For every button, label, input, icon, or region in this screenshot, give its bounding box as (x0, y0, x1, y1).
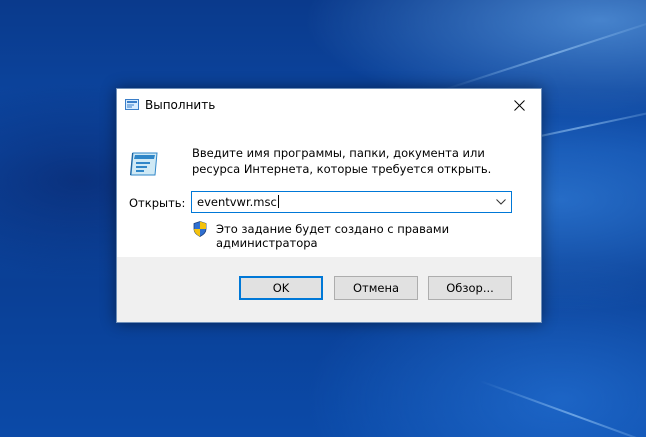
run-dialog: Выполнить Введите имя программы, папки, … (116, 88, 542, 323)
open-input-text: eventvwr.msc (197, 195, 277, 209)
light-beam (439, 15, 646, 92)
shield-icon (193, 221, 207, 237)
dialog-body: Введите имя программы, папки, документа … (117, 121, 541, 259)
title-bar[interactable]: Выполнить (117, 89, 541, 121)
open-input[interactable]: eventvwr.msc (197, 195, 279, 209)
browse-button[interactable]: Обзор... (428, 276, 512, 300)
run-icon (130, 152, 158, 176)
cancel-button[interactable]: Отмена (334, 276, 418, 300)
open-label: Открыть: (129, 196, 186, 210)
dropdown-button[interactable] (491, 192, 511, 212)
light-beam (479, 380, 646, 437)
close-button[interactable] (497, 89, 541, 121)
run-icon (125, 99, 139, 110)
instructions-text: Введите имя программы, папки, документа … (192, 146, 492, 176)
open-combobox[interactable]: eventvwr.msc (191, 191, 512, 213)
close-icon (513, 99, 525, 111)
button-bar: OK Отмена Обзор... (117, 257, 541, 322)
chevron-down-icon (496, 199, 506, 205)
admin-note: Это задание будет создано с правами адми… (216, 222, 450, 250)
ok-button[interactable]: OK (239, 276, 323, 300)
text-caret (277, 195, 279, 208)
window-title: Выполнить (145, 98, 216, 112)
